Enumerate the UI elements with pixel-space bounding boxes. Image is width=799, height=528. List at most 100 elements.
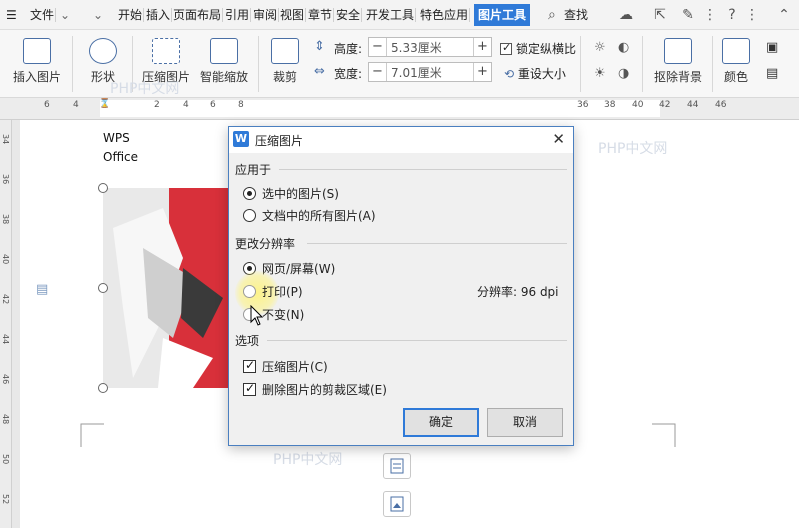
color-icon — [722, 38, 750, 64]
reset-size-label: 重设大小 — [517, 67, 566, 81]
checkbox-checked-icon — [243, 381, 256, 396]
hamburger-icon[interactable]: ☰ — [6, 0, 17, 30]
menu-file[interactable]: 文件 — [30, 0, 57, 30]
height-input[interactable]: 5.33厘米 — [391, 39, 442, 56]
search-icon[interactable]: ⌕ — [548, 0, 556, 30]
more-options-icon[interactable]: ⋮ — [742, 5, 762, 25]
increase-height-button[interactable]: + — [473, 38, 491, 56]
chevron-down-icon[interactable]: ⌄ — [60, 0, 70, 30]
tab-chapter[interactable]: 章节 — [308, 0, 335, 30]
crop-button[interactable]: 裁剪 — [264, 38, 306, 85]
contrast-down-icon[interactable]: ◑ — [618, 66, 629, 81]
close-icon[interactable]: ✕ — [552, 130, 565, 148]
picture-border-icon[interactable]: ▣ — [766, 40, 778, 55]
radio-print[interactable]: 打印(P) — [243, 283, 303, 300]
increase-width-button[interactable]: + — [473, 63, 491, 81]
height-stepper[interactable]: − 5.33厘米 + — [368, 37, 492, 57]
height-label: 高度: — [334, 42, 363, 56]
ruler-mark: 48 — [1, 414, 10, 425]
ok-button[interactable]: 确定 — [403, 408, 479, 437]
ruler-mark: 36 — [577, 100, 589, 110]
brightness-up-icon[interactable]: ☼ — [594, 40, 606, 55]
vertical-ruler[interactable]: 34 36 38 40 42 44 46 48 50 52 — [0, 120, 12, 528]
contrast-icon[interactable]: ◐ — [618, 40, 629, 55]
paragraph-layout-icon[interactable]: ▤ — [36, 282, 48, 297]
remove-background-button[interactable]: 抠除背景 — [648, 38, 708, 85]
resize-handle[interactable] — [98, 283, 108, 293]
magic-wand-icon — [664, 38, 692, 64]
mouse-cursor-icon — [250, 305, 264, 326]
brightness-down-icon[interactable]: ☀ — [594, 66, 606, 81]
reset-size-button[interactable]: ⟲ 重设大小 — [504, 65, 566, 82]
document-text[interactable]: WPS Office — [103, 129, 138, 167]
share-icon[interactable]: ⇱ — [650, 5, 670, 25]
search-label[interactable]: 查找 — [564, 0, 588, 30]
checkbox-compress-picture[interactable]: 压缩图片(C) — [243, 358, 328, 375]
comment-icon[interactable]: ✎ — [678, 5, 698, 25]
decrease-width-button[interactable]: − — [369, 63, 387, 81]
resize-handle[interactable] — [98, 183, 108, 193]
resize-handle[interactable] — [98, 383, 108, 393]
lock-aspect-checkbox[interactable]: 锁定纵横比 — [500, 40, 576, 57]
section-apply-to: 应用于 — [235, 161, 567, 178]
smart-zoom-button[interactable]: 智能缩放 — [198, 38, 250, 85]
radio-all-pictures[interactable]: 文档中的所有图片(A) — [243, 207, 376, 224]
ruler-mark: 34 — [1, 134, 10, 145]
crop-icon — [390, 496, 404, 512]
checkbox-delete-cropped[interactable]: 删除图片的剪裁区域(E) — [243, 381, 387, 398]
tab-insert[interactable]: 插入 — [146, 0, 173, 30]
tab-page-layout[interactable]: 页面布局 — [173, 0, 224, 30]
selected-picture[interactable] — [103, 188, 233, 388]
picture-effect-icon[interactable]: ▤ — [766, 66, 778, 81]
tab-special[interactable]: 特色应用 — [420, 0, 471, 30]
remove-bg-label: 抠除背景 — [653, 70, 702, 84]
ruler-mark: 36 — [1, 174, 10, 185]
collapse-icon[interactable]: ⌃ — [774, 5, 794, 25]
divider — [279, 169, 567, 170]
text-line: Office — [103, 150, 139, 164]
checkbox-checked-icon — [243, 358, 256, 373]
tab-security[interactable]: 安全 — [336, 0, 363, 30]
width-input[interactable]: 7.01厘米 — [391, 64, 442, 81]
option-label: 压缩图片(C) — [262, 360, 328, 374]
section-options: 选项 — [235, 332, 567, 349]
option-label: 不变(N) — [262, 308, 305, 322]
ruler-mark: 44 — [687, 100, 699, 110]
section-resolution: 更改分辨率 — [235, 235, 567, 252]
indent-marker-icon[interactable]: ⌛ — [99, 99, 110, 109]
insert-picture-button[interactable]: 插入图片 — [6, 38, 68, 85]
tab-home[interactable]: 开始 — [118, 0, 145, 30]
picture-crop-button[interactable] — [383, 491, 411, 517]
picture-layout-button[interactable] — [383, 453, 411, 479]
tab-developer[interactable]: 开发工具 — [366, 0, 417, 30]
quick-access-icon[interactable]: ⌄ — [93, 0, 103, 30]
watermark: PHP中文网 — [110, 81, 180, 97]
color-button[interactable]: 颜色 — [716, 38, 756, 85]
tab-references[interactable]: 引用 — [225, 0, 252, 30]
tab-review[interactable]: 审阅 — [253, 0, 280, 30]
cloud-icon[interactable]: ☁ — [616, 5, 636, 25]
radio-selected-picture[interactable]: 选中的图片(S) — [243, 185, 339, 202]
ruler-mark: 6 — [210, 100, 216, 110]
more-icon[interactable]: ⋮ — [700, 5, 720, 25]
smart-zoom-label: 智能缩放 — [199, 70, 248, 84]
tab-picture-tools[interactable]: 图片工具 — [474, 4, 531, 26]
page-corner-mark — [80, 423, 104, 447]
decrease-height-button[interactable]: − — [369, 38, 387, 56]
page-corner-mark — [652, 423, 676, 447]
help-icon[interactable]: ? — [722, 5, 742, 25]
color-label: 颜色 — [723, 70, 748, 84]
option-label: 删除图片的剪裁区域(E) — [262, 383, 387, 397]
ruler-mark: 40 — [1, 254, 10, 265]
ruler-mark: 50 — [1, 454, 10, 465]
tab-view[interactable]: 视图 — [280, 0, 307, 30]
option-label: 文档中的所有图片(A) — [262, 209, 376, 223]
horizontal-ruler[interactable]: 6 4 2 2 4 6 8 36 38 40 42 44 46 ⌛ — [0, 98, 799, 120]
cancel-button[interactable]: 取消 — [487, 408, 563, 437]
width-stepper[interactable]: − 7.01厘米 + — [368, 62, 492, 82]
width-icon: ⇔ — [314, 64, 325, 79]
option-label: 网页/屏幕(W) — [262, 262, 336, 276]
ruler-mark: 46 — [715, 100, 727, 110]
divider — [72, 36, 73, 92]
lock-ratio-label: 锁定纵横比 — [516, 42, 577, 56]
